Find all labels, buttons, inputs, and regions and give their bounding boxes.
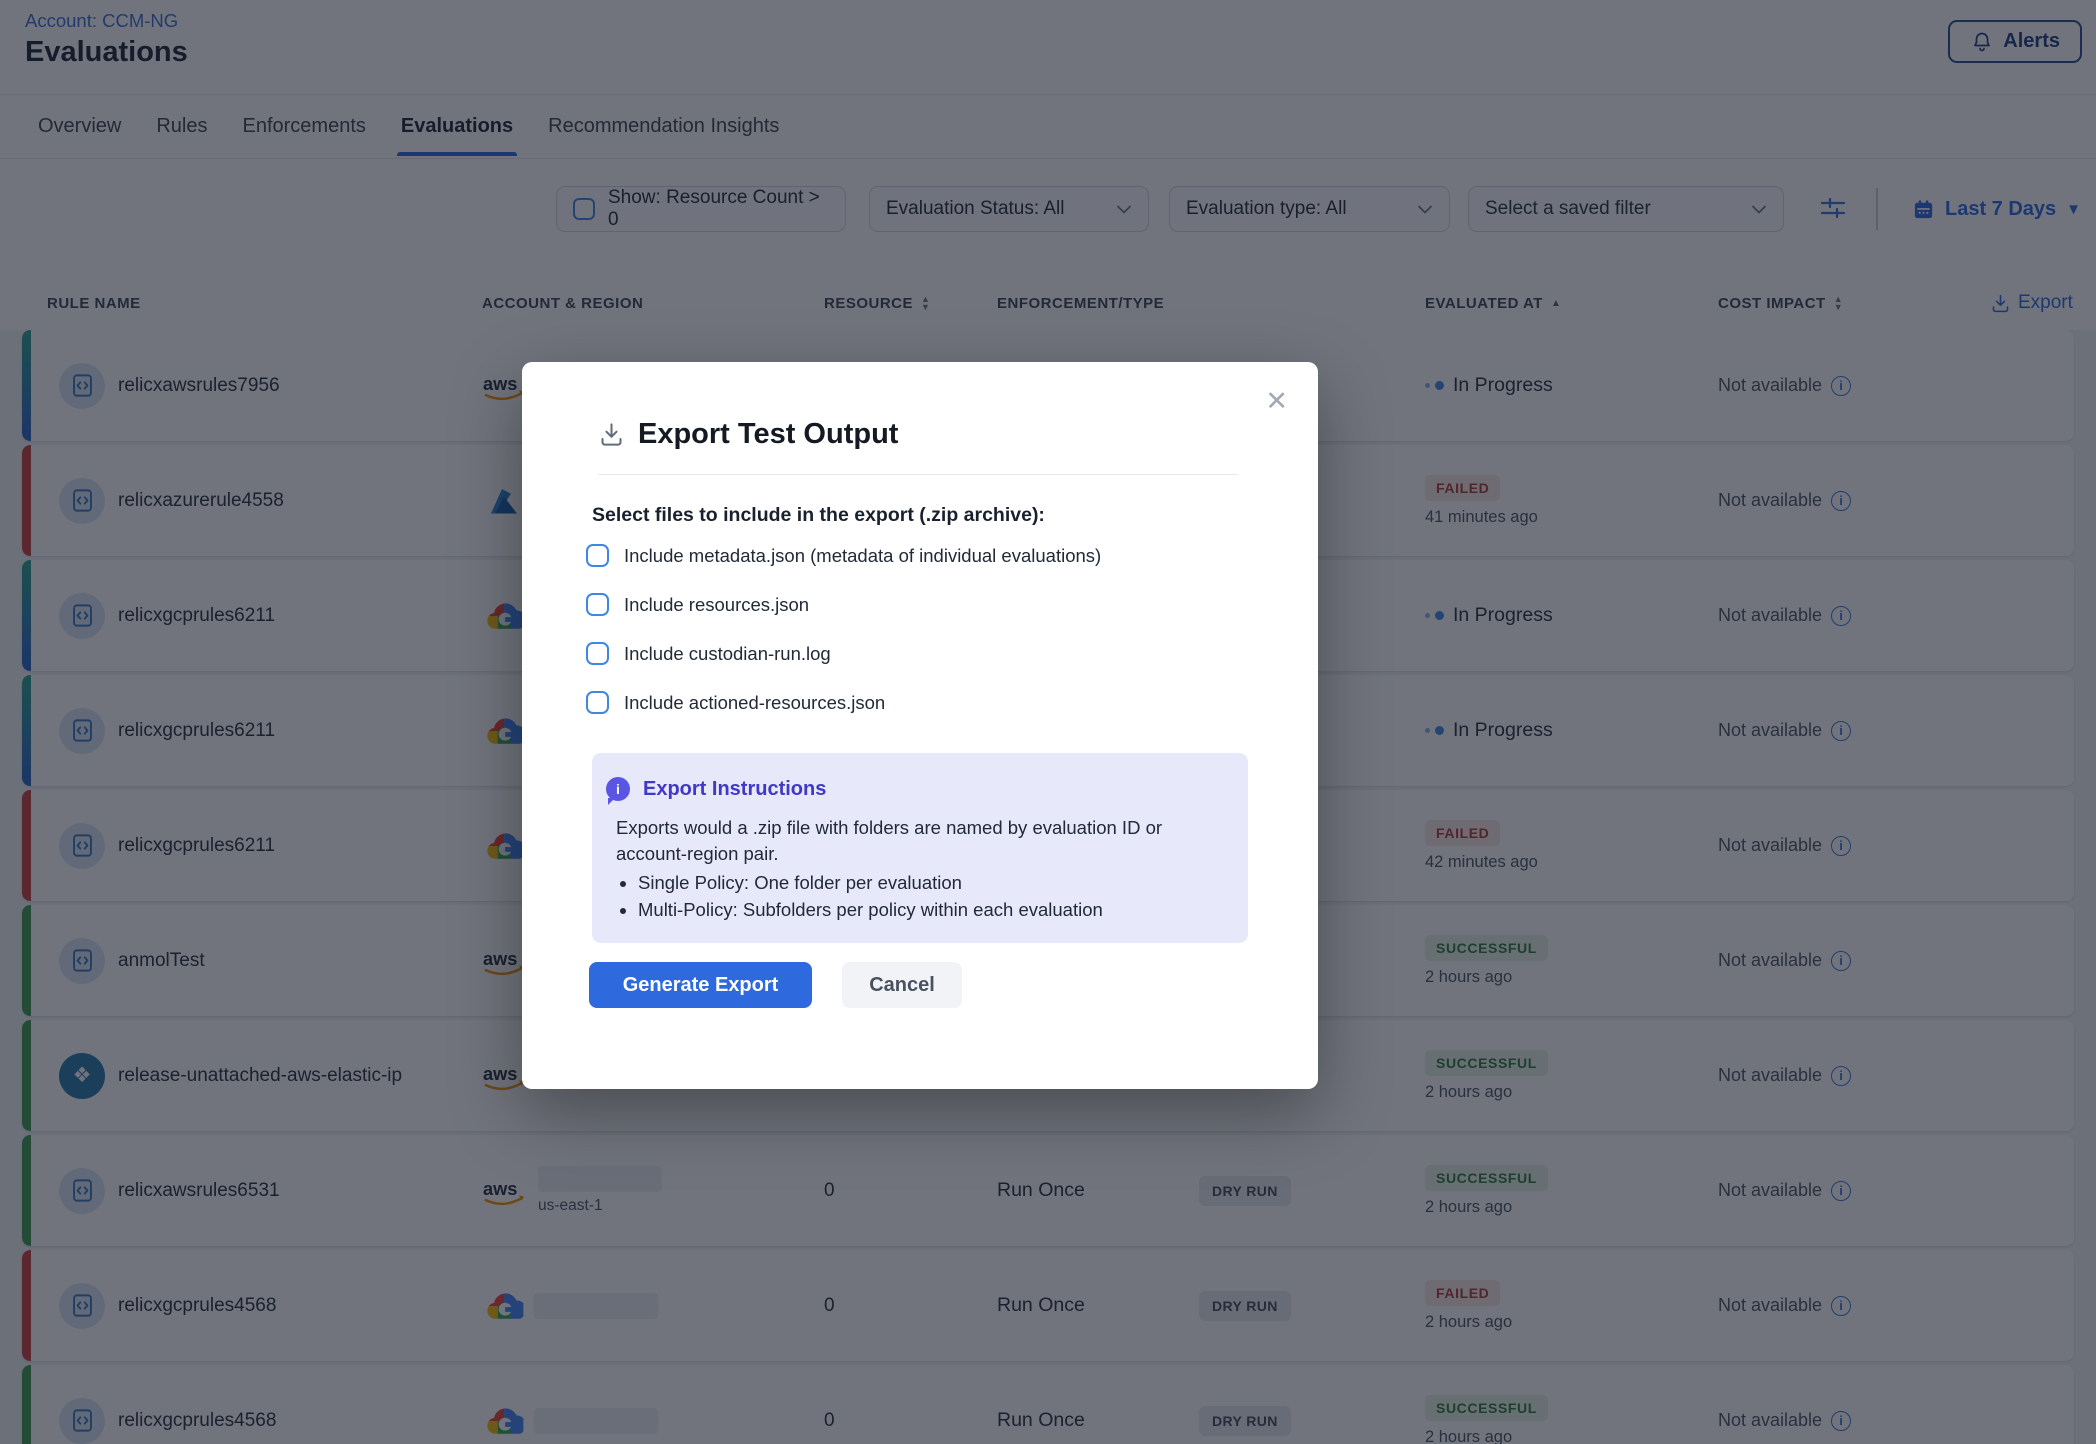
checkbox[interactable]	[586, 691, 609, 714]
checkbox-metadata-json[interactable]: Include metadata.json (metadata of indiv…	[586, 544, 1101, 567]
close-icon[interactable]: ✕	[1265, 388, 1288, 415]
evaluations-page: Account: CCM-NG Evaluations Alerts Overv…	[0, 0, 2096, 1444]
info-bubble-icon: i	[606, 777, 630, 801]
cancel-button[interactable]: Cancel	[842, 962, 962, 1008]
generate-export-button[interactable]: Generate Export	[589, 962, 812, 1008]
download-icon	[598, 421, 625, 448]
divider	[598, 474, 1238, 475]
select-files-label: Select files to include in the export (.…	[592, 504, 1045, 527]
checkbox[interactable]	[586, 544, 609, 567]
instructions-bullets: Single Policy: One folder per evaluation…	[638, 869, 1103, 923]
checkbox[interactable]	[586, 593, 609, 616]
export-file-options: Include metadata.json (metadata of indiv…	[586, 544, 1101, 714]
checkbox-actioned-resources-json[interactable]: Include actioned-resources.json	[586, 691, 1101, 714]
checkbox-custodian-run-log[interactable]: Include custodian-run.log	[586, 642, 1101, 665]
modal-title: Export Test Output	[638, 418, 898, 451]
checkbox[interactable]	[586, 642, 609, 665]
export-test-output-modal: ✕ Export Test Output Select files to inc…	[522, 362, 1318, 1089]
export-instructions-callout: i Export Instructions Exports would a .z…	[592, 753, 1248, 943]
instructions-title: Export Instructions	[643, 778, 826, 801]
instructions-body: Exports would a .zip file with folders a…	[616, 815, 1234, 867]
checkbox-resources-json[interactable]: Include resources.json	[586, 593, 1101, 616]
